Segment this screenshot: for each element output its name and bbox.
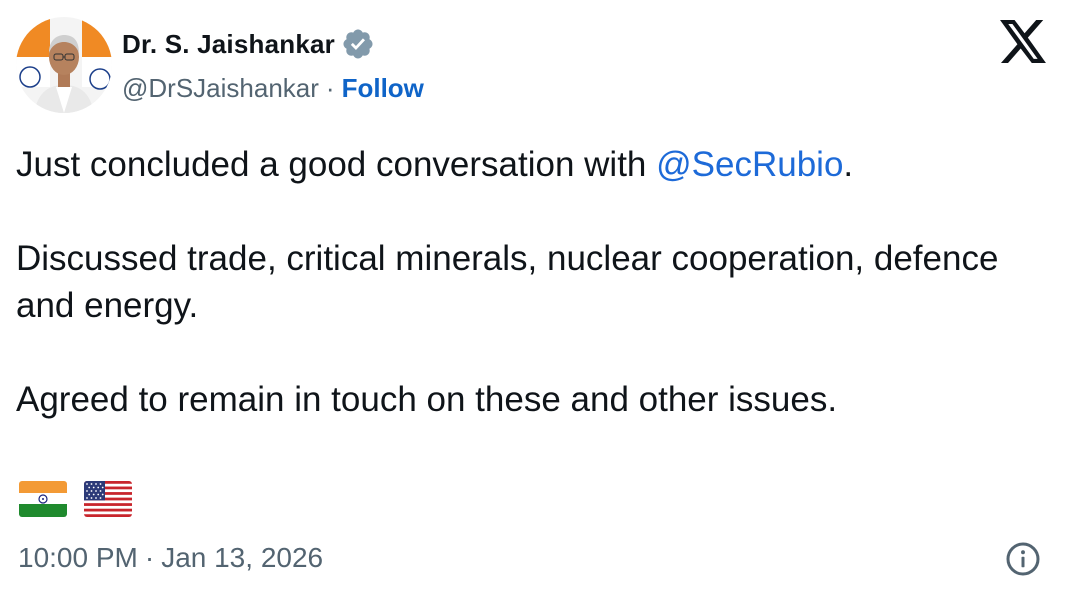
author-name[interactable]: Dr. S. Jaishankar	[122, 27, 335, 61]
timestamp-separator: ·	[144, 542, 155, 573]
flag-usa-icon	[84, 481, 132, 517]
author-handle[interactable]: @DrSJaishankar	[122, 71, 319, 105]
follow-button[interactable]: Follow	[342, 71, 424, 105]
x-logo-icon[interactable]	[1000, 20, 1046, 64]
tweet-timestamp[interactable]: 10:00 PM · Jan 13, 2026	[18, 540, 323, 576]
tweet-body: Just concluded a good conversation with …	[16, 141, 1046, 423]
handle-row: @DrSJaishankar · Follow	[122, 71, 424, 105]
avatar-image	[16, 17, 112, 113]
flag-emojis	[19, 481, 132, 517]
tweet-time: 10:00 PM	[18, 542, 138, 573]
tweet-date: Jan 13, 2026	[161, 542, 324, 573]
author-avatar[interactable]	[16, 17, 112, 113]
tweet-text-line1: Just concluded a good conversation with	[16, 145, 657, 184]
verified-badge-icon[interactable]	[341, 27, 375, 61]
info-icon[interactable]	[1005, 541, 1041, 577]
author-name-row: Dr. S. Jaishankar	[122, 27, 375, 61]
tweet-card: Dr. S. Jaishankar @DrSJaishankar · Follo…	[0, 0, 1070, 594]
tweet-paragraph-1: Just concluded a good conversation with …	[16, 141, 1046, 188]
flag-india-icon	[19, 481, 67, 517]
tweet-paragraph-3: Agreed to remain in touch on these and o…	[16, 380, 838, 419]
handle-separator: ·	[325, 73, 335, 103]
tweet-paragraph-2: Discussed trade, critical minerals, nucl…	[16, 239, 999, 325]
tweet-text-line1-suffix: .	[843, 145, 854, 184]
mention-link[interactable]: @SecRubio	[656, 145, 843, 184]
